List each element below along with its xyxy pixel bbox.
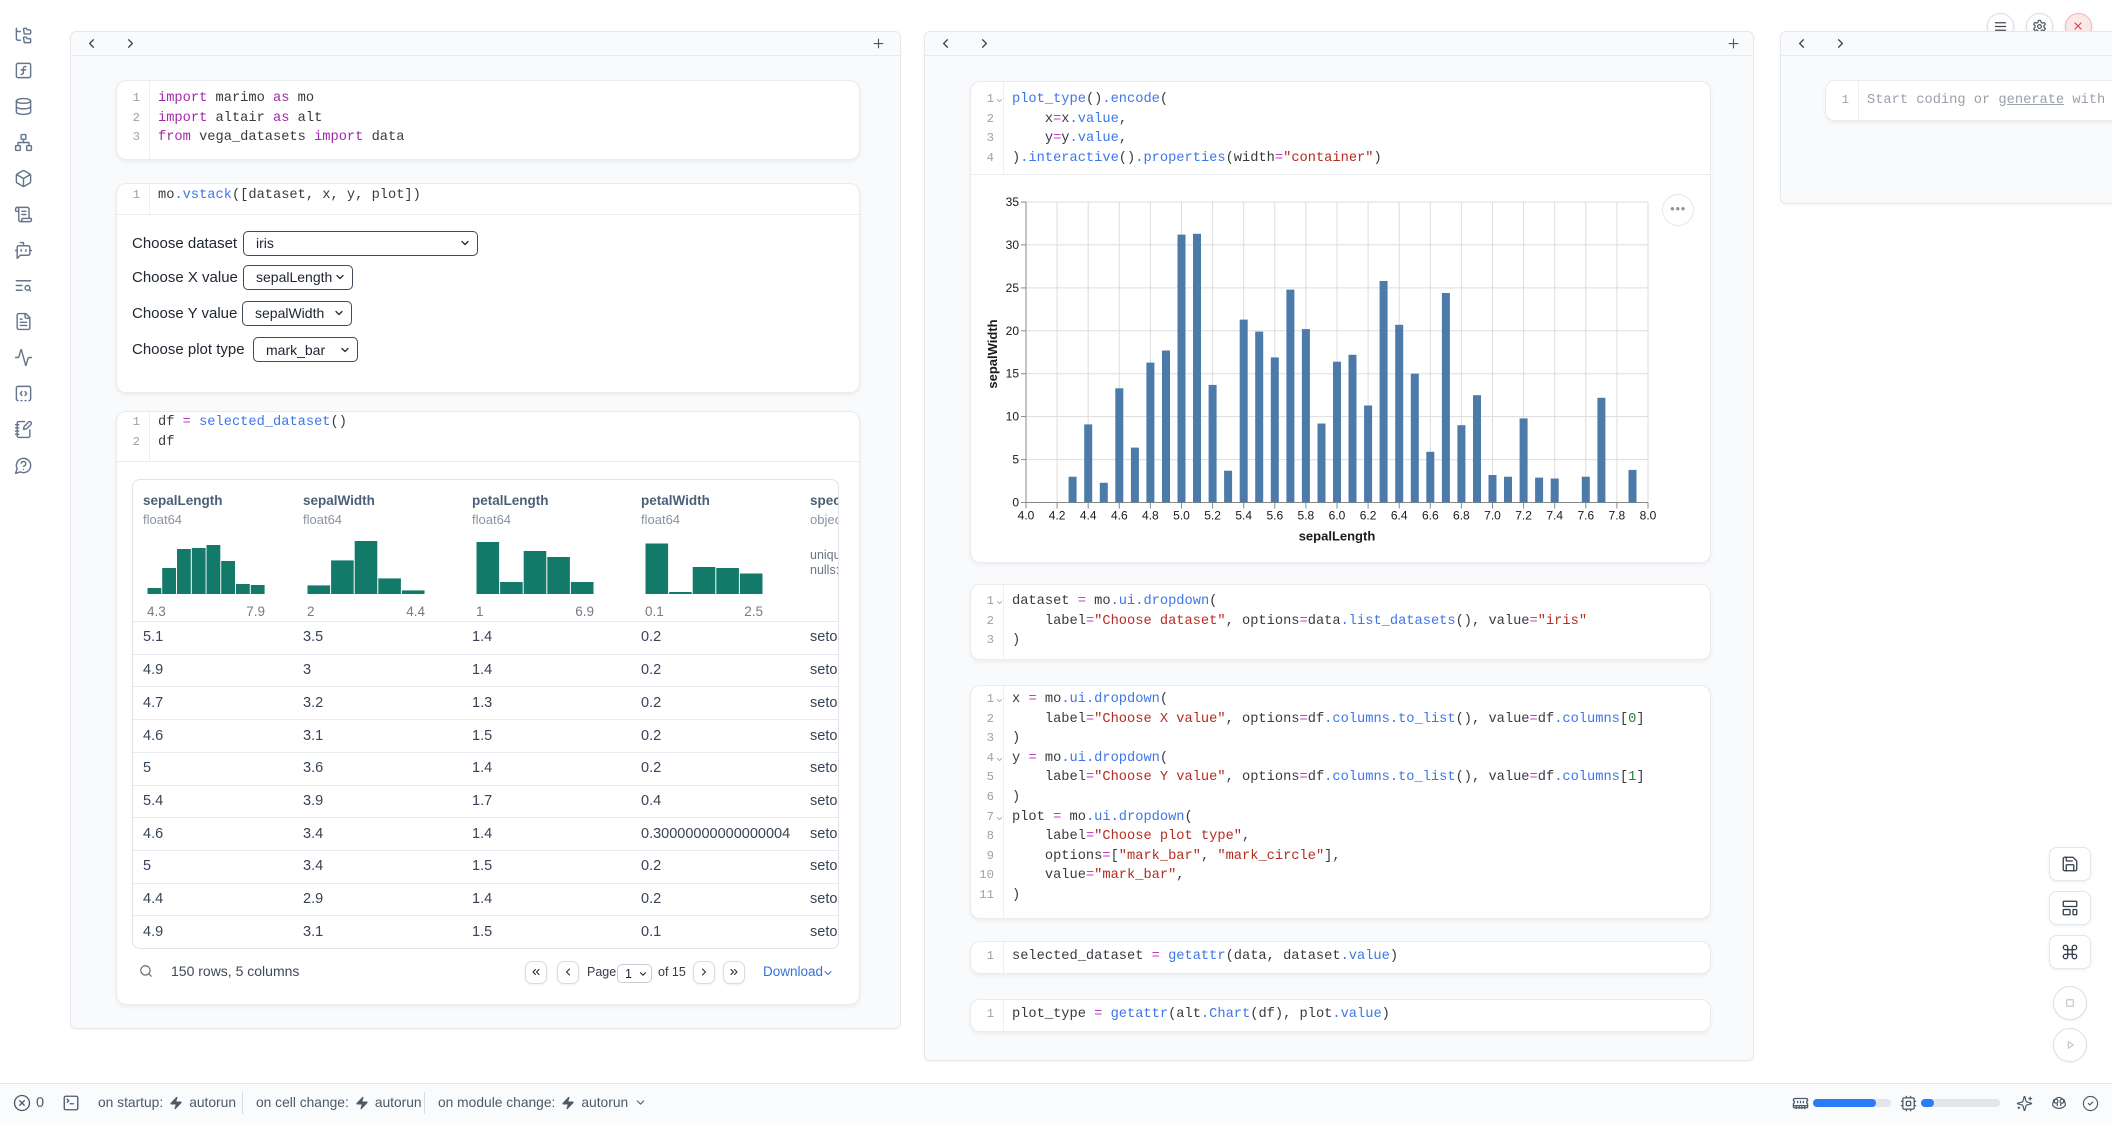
svg-text:6.6: 6.6 <box>1422 509 1439 523</box>
svg-text:4.2: 4.2 <box>1049 509 1066 523</box>
svg-text:35: 35 <box>1006 195 1020 209</box>
svg-text:5.2: 5.2 <box>1204 509 1221 523</box>
svg-text:25: 25 <box>1006 281 1020 295</box>
svg-text:6.4: 6.4 <box>1391 509 1408 523</box>
svg-text:sepalWidth: sepalWidth <box>985 319 1000 388</box>
svg-text:5: 5 <box>1012 453 1019 467</box>
svg-text:6.2: 6.2 <box>1360 509 1377 523</box>
svg-text:30: 30 <box>1006 238 1020 252</box>
svg-text:8.0: 8.0 <box>1640 509 1657 523</box>
svg-text:4.6: 4.6 <box>1111 509 1128 523</box>
svg-text:7.2: 7.2 <box>1515 509 1532 523</box>
svg-text:7.0: 7.0 <box>1484 509 1501 523</box>
svg-text:7.6: 7.6 <box>1577 509 1594 523</box>
svg-text:5.0: 5.0 <box>1173 509 1190 523</box>
svg-text:4.8: 4.8 <box>1142 509 1159 523</box>
svg-text:4.0: 4.0 <box>1018 509 1035 523</box>
svg-text:6.0: 6.0 <box>1329 509 1346 523</box>
svg-text:5.6: 5.6 <box>1266 509 1283 523</box>
svg-text:7.4: 7.4 <box>1546 509 1563 523</box>
svg-text:sepalLength: sepalLength <box>1299 529 1376 544</box>
svg-text:15: 15 <box>1006 367 1020 381</box>
svg-text:6.8: 6.8 <box>1453 509 1470 523</box>
svg-text:4.4: 4.4 <box>1080 509 1097 523</box>
svg-text:0: 0 <box>1012 496 1019 510</box>
svg-text:10: 10 <box>1006 410 1020 424</box>
svg-text:5.8: 5.8 <box>1298 509 1315 523</box>
svg-text:20: 20 <box>1006 324 1020 338</box>
svg-text:5.4: 5.4 <box>1235 509 1252 523</box>
svg-text:7.8: 7.8 <box>1609 509 1626 523</box>
